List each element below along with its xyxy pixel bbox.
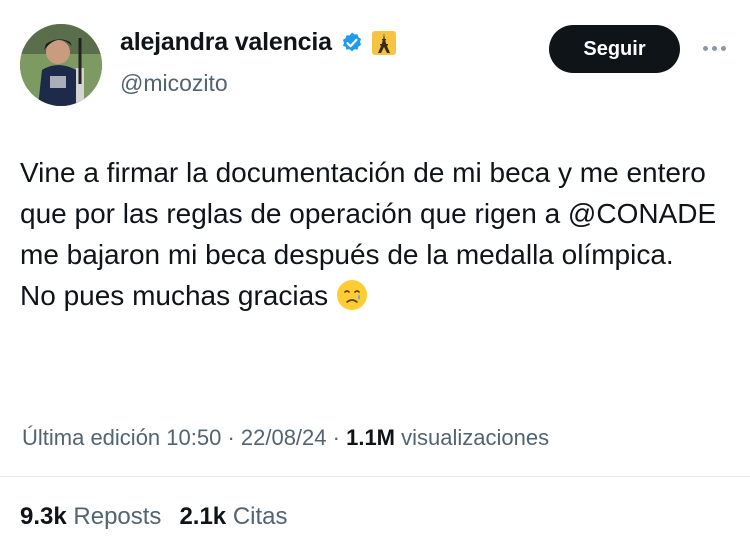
tweet-line-last: No pues muchas gracias <box>20 275 735 316</box>
reposts-count: 9.3k <box>20 503 67 530</box>
reposts-label: Reposts <box>73 503 162 530</box>
tweet-meta: Última edición 10:50 · 22/08/24 · 1.1M v… <box>22 425 549 451</box>
verified-badge-icon <box>342 32 361 51</box>
author-name[interactable]: alejandra valencia <box>120 28 332 57</box>
follow-button[interactable]: Seguir <box>549 25 680 73</box>
views-label: visualizaciones <box>401 425 550 450</box>
engagement-stats: 9.3k Reposts 2.1k Citas <box>20 503 306 531</box>
tweet-line: No pues muchas gracias <box>20 280 329 311</box>
author-handle[interactable]: @micozito <box>120 70 228 97</box>
more-icon[interactable] <box>697 38 731 58</box>
crying-face-emoji <box>337 280 368 310</box>
avatar[interactable] <box>20 24 102 106</box>
quotes-stat[interactable]: 2.1k Citas <box>179 503 287 530</box>
tweet-line: Vine a firmar la documentación de mi bec… <box>20 157 717 270</box>
meta-separator: · <box>326 425 347 450</box>
quotes-label: Citas <box>232 503 288 530</box>
eiffel-tower-icon <box>371 30 396 55</box>
reposts-stat[interactable]: 9.3k Reposts <box>20 503 161 530</box>
edited-timestamp[interactable]: Última edición 10:50 · 22/08/24 <box>22 425 327 450</box>
author-name-row: alejandra valencia <box>120 28 396 57</box>
tweet-text: Vine a firmar la documentación de mi bec… <box>20 152 735 316</box>
views-count: 1.1M <box>346 425 396 450</box>
quotes-count: 2.1k <box>179 503 227 530</box>
divider <box>0 476 750 477</box>
